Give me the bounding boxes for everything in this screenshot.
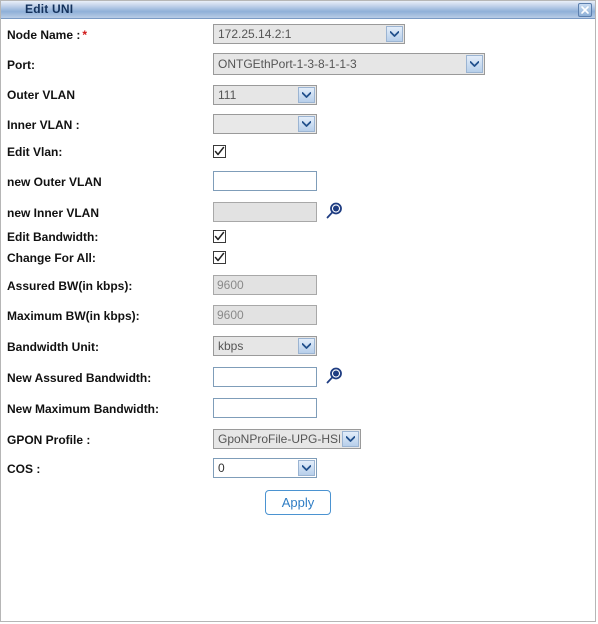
field-inner-vlan xyxy=(213,114,317,134)
form-row-node-name: Node Name : * 172.25.14.2:1 xyxy=(1,19,595,49)
apply-button[interactable]: Apply xyxy=(264,490,332,515)
label-port: Port: xyxy=(7,58,35,72)
form-row-new-outer-vlan: new Outer VLAN xyxy=(1,166,595,197)
new-outer-vlan-input[interactable] xyxy=(213,171,317,191)
field-new-outer-vlan xyxy=(213,171,317,191)
apply-button-container: Apply xyxy=(1,490,595,515)
form-row-edit-bandwidth: Edit Bandwidth: xyxy=(1,227,595,248)
label-maximum-bw: Maximum BW(in kbps): xyxy=(7,309,140,323)
field-edit-vlan xyxy=(213,143,226,161)
new-inner-vlan-input[interactable] xyxy=(213,202,317,222)
field-maximum-bw xyxy=(213,305,317,325)
form-row-cos: COS : 0 xyxy=(1,454,595,484)
search-icon[interactable] xyxy=(325,367,343,385)
label-cos: COS : xyxy=(7,462,41,476)
field-outer-vlan: 111 xyxy=(213,85,317,105)
field-assured-bw xyxy=(213,275,317,295)
edit-bandwidth-checkbox[interactable] xyxy=(213,230,226,244)
new-assured-bandwidth-input[interactable] xyxy=(213,367,317,387)
form-row-port: Port: ONTGEthPort-1-3-8-1-1-3 xyxy=(1,49,595,80)
chevron-down-icon[interactable] xyxy=(466,55,483,73)
label-edit-bandwidth: Edit Bandwidth: xyxy=(7,230,99,244)
label-outer-vlan: Outer VLAN xyxy=(7,88,76,102)
label-new-maximum-bandwidth: New Maximum Bandwidth: xyxy=(7,402,160,416)
field-bandwidth-unit: kbps xyxy=(213,336,317,356)
chevron-down-icon[interactable] xyxy=(298,87,315,103)
field-port: ONTGEthPort-1-3-8-1-1-3 xyxy=(213,53,485,75)
required-asterisk: * xyxy=(82,28,88,42)
edit-vlan-checkbox[interactable] xyxy=(213,145,226,159)
field-new-inner-vlan xyxy=(213,202,342,222)
node-name-select-value: 172.25.14.2:1 xyxy=(218,27,292,41)
chevron-down-icon[interactable] xyxy=(298,116,315,132)
form-row-inner-vlan: Inner VLAN : xyxy=(1,110,595,140)
form-row-change-for-all: Change For All: xyxy=(1,248,595,270)
field-new-maximum-bandwidth xyxy=(213,398,317,418)
form-row-new-assured-bandwidth: New Assured Bandwidth: xyxy=(1,362,595,393)
label-new-outer-vlan: new Outer VLAN xyxy=(7,175,102,189)
search-icon[interactable] xyxy=(325,202,343,220)
field-change-for-all xyxy=(213,249,226,267)
chevron-down-icon[interactable] xyxy=(386,26,403,42)
new-maximum-bandwidth-input[interactable] xyxy=(213,398,317,418)
field-gpon-profile: GpoNProFile-UPG-HSI xyxy=(213,429,361,449)
maximum-bw-input[interactable] xyxy=(213,305,317,325)
assured-bw-input[interactable] xyxy=(213,275,317,295)
label-edit-vlan: Edit Vlan: xyxy=(7,145,63,159)
outer-vlan-select-value: 111 xyxy=(218,88,237,102)
close-icon[interactable] xyxy=(578,3,592,17)
cos-select[interactable]: 0 xyxy=(213,458,317,478)
port-select[interactable]: ONTGEthPort-1-3-8-1-1-3 xyxy=(213,53,485,75)
chevron-down-icon[interactable] xyxy=(298,338,315,354)
form-row-bandwidth-unit: Bandwidth Unit: kbps xyxy=(1,331,595,362)
label-gpon-profile: GPON Profile : xyxy=(7,433,91,447)
edit-uni-dialog: Edit UNI Node Name : * 172.25.14.2:1 Port… xyxy=(0,0,596,622)
form-row-outer-vlan: Outer VLAN 111 xyxy=(1,80,595,110)
bandwidth-unit-select-value: kbps xyxy=(218,339,244,353)
gpon-profile-select-value: GpoNProFile-UPG-HSI xyxy=(218,432,340,446)
outer-vlan-select[interactable]: 111 xyxy=(213,85,317,105)
form-row-maximum-bw: Maximum BW(in kbps): xyxy=(1,300,595,331)
node-name-select[interactable]: 172.25.14.2:1 xyxy=(213,24,405,44)
form-row-new-maximum-bandwidth: New Maximum Bandwidth: xyxy=(1,393,595,424)
field-new-assured-bandwidth xyxy=(213,367,342,387)
form-row-assured-bw: Assured BW(in kbps): xyxy=(1,270,595,300)
label-new-inner-vlan: new Inner VLAN xyxy=(7,206,100,220)
form-row-edit-vlan: Edit Vlan: xyxy=(1,140,595,166)
chevron-down-icon[interactable] xyxy=(298,460,315,476)
gpon-profile-select[interactable]: GpoNProFile-UPG-HSI xyxy=(213,429,361,449)
label-assured-bw: Assured BW(in kbps): xyxy=(7,279,133,293)
dialog-title: Edit UNI xyxy=(25,2,74,16)
label-change-for-all: Change For All: xyxy=(7,251,96,265)
form-row-gpon-profile: GPON Profile : GpoNProFile-UPG-HSI xyxy=(1,424,595,454)
edit-uni-form: Node Name : * 172.25.14.2:1 Port: ONTGEth… xyxy=(1,19,595,484)
cos-select-value: 0 xyxy=(218,461,225,475)
bandwidth-unit-select[interactable]: kbps xyxy=(213,336,317,356)
field-cos: 0 xyxy=(213,458,317,478)
label-new-assured-bandwidth: New Assured Bandwidth: xyxy=(7,371,152,385)
dialog-titlebar: Edit UNI xyxy=(1,1,595,19)
chevron-down-icon[interactable] xyxy=(342,431,359,447)
label-node-name: Node Name : * xyxy=(7,28,88,42)
label-inner-vlan: Inner VLAN : xyxy=(7,118,80,132)
label-bandwidth-unit: Bandwidth Unit: xyxy=(7,340,99,354)
change-for-all-checkbox[interactable] xyxy=(213,251,226,265)
field-node-name: 172.25.14.2:1 xyxy=(213,24,405,44)
port-select-value: ONTGEthPort-1-3-8-1-1-3 xyxy=(218,57,357,71)
inner-vlan-select[interactable] xyxy=(213,114,317,134)
field-edit-bandwidth xyxy=(213,228,226,246)
form-row-new-inner-vlan: new Inner VLAN xyxy=(1,197,595,227)
